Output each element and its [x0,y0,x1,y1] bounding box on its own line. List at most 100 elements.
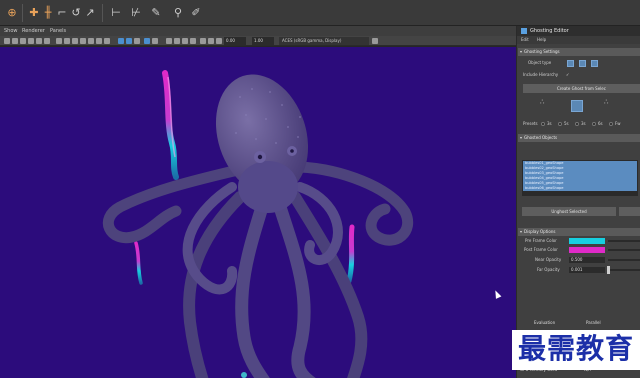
safe-title-icon[interactable] [104,38,110,44]
wireframe-icon[interactable] [118,38,124,44]
grease-pencil-icon[interactable] [44,38,50,44]
pre-frame-color-swatch[interactable] [569,238,605,244]
sculpt-icon[interactable]: ⚲ [170,5,186,21]
display-options-header[interactable]: Display Options [518,228,640,236]
collapse-arrow-icon [520,51,522,53]
ghosting-settings-header[interactable]: Ghosting Settings [518,48,640,56]
ghost-trail-right [346,224,355,284]
safe-action-icon[interactable] [96,38,102,44]
maya-logo-icon [521,28,527,34]
far-opacity-slider-handle[interactable] [607,266,610,274]
image-plane-icon[interactable] [28,38,34,44]
preset-radio-4[interactable] [592,122,596,126]
dropdown-chevron-icon[interactable] [372,38,378,44]
panel-titlebar[interactable]: Ghosting Editor [517,26,640,36]
select-camera-icon[interactable] [4,38,10,44]
include-hierarchy-checkbox[interactable]: ✓ [566,72,569,78]
xray-joints-icon[interactable] [216,38,222,44]
panel-menubar: Edit Help [517,36,640,44]
near-opacity-field[interactable]: 0.500 [569,257,605,263]
2d-pan-icon[interactable] [36,38,42,44]
ambient-occlusion-icon[interactable] [166,38,172,44]
unghost-selected-button[interactable]: Unghost Selected [522,207,616,216]
shelf-separator [102,4,103,22]
presets-label: Presets [523,121,538,126]
snap-surface-icon[interactable]: ↗ [82,5,98,21]
near-opacity-label: Near Opacity [535,257,562,262]
watermark-logo: 最需教育 [517,332,634,365]
xray-icon[interactable] [208,38,214,44]
ghost-preset-b-icon[interactable] [571,100,583,112]
grid-icon[interactable] [56,38,62,44]
menu-panels[interactable]: Panels [50,26,66,36]
brush-icon[interactable]: ✐ [188,5,204,21]
lights-icon[interactable] [144,38,150,44]
gamma-field[interactable]: 1.00 [252,37,274,45]
panel-title: Ghosting Editor [530,28,569,34]
ghost-preset-c-icon[interactable]: ∴ [604,99,608,106]
preset-radio-1[interactable] [541,122,545,126]
preset-option-4: 6s [598,121,603,126]
preset-option-5: Fw [615,121,621,126]
include-hierarchy-label: Include Hierarchy [523,72,559,77]
exposure-field[interactable]: 0.00 [224,37,246,45]
post-frame-color-swatch[interactable] [569,247,605,253]
collapse-arrow-icon [520,231,522,233]
menu-edit[interactable]: Edit [521,36,529,44]
graph-tool-icon[interactable]: ⊬ [128,5,144,21]
preset-radio-5[interactable] [609,122,613,126]
object-type-all-button[interactable] [591,60,598,67]
shelf-tool-icon[interactable]: ⊕ [4,5,20,21]
anti-alias-icon[interactable] [182,38,188,44]
ground-marker [241,372,247,378]
object-type-label: Object type [528,60,552,65]
viewport-scene [102,62,414,378]
bookmark-icon[interactable] [20,38,26,44]
textured-icon[interactable] [134,38,140,44]
ghost-preset-a-icon[interactable]: ∴ [540,99,544,106]
far-opacity-label: Far Opacity [537,267,560,272]
octopus-model[interactable] [102,62,414,378]
pencil-icon[interactable]: ✎ [148,5,164,21]
preset-radio-3[interactable] [575,122,579,126]
shadows-icon[interactable] [152,38,158,44]
list-item[interactable]: bubbles06_geoShape [523,186,637,191]
object-type-curve-button[interactable] [579,60,586,67]
object-type-mesh-button[interactable] [567,60,574,67]
viewport-toolbar: 0.00 1.00 ACES (sRGB gamma, Display) [0,36,516,46]
post-frame-color-label: Post Frame Color [524,247,558,252]
near-opacity-slider[interactable] [608,259,640,261]
pre-frame-color-slider[interactable] [608,240,640,242]
depth-of-field-icon[interactable] [190,38,196,44]
hud-evaluation-value: Parallel [586,320,601,325]
resolution-gate-icon[interactable] [72,38,78,44]
far-opacity-field[interactable]: 0.001 [569,267,605,273]
gate-mask-icon[interactable] [80,38,86,44]
film-gate-icon[interactable] [64,38,70,44]
menu-help[interactable]: Help [537,36,546,44]
menu-renderer[interactable]: Renderer [22,26,45,36]
smooth-shade-icon[interactable] [126,38,132,44]
isolate-select-icon[interactable] [200,38,206,44]
create-ghost-button[interactable]: Create Ghost from Selec [523,84,640,93]
ghosted-objects-header[interactable]: Ghosted Objects [518,134,640,142]
color-space-dropdown[interactable]: ACES (sRGB gamma, Display) [279,37,369,45]
pre-frame-color-label: Pre Frame Color [525,238,557,243]
preset-radio-2[interactable] [558,122,562,126]
collapse-arrow-icon [520,137,522,139]
unghost-all-button[interactable] [619,207,640,216]
far-opacity-slider[interactable] [608,269,640,271]
preset-option-2: 5s [564,121,569,126]
keyframe-tool-icon[interactable]: ⊢ [108,5,124,21]
motion-blur-icon[interactable] [174,38,180,44]
hud-evaluation-label: Evaluation [534,320,556,325]
3d-viewport[interactable] [0,47,516,378]
field-chart-icon[interactable] [88,38,94,44]
preset-option-1: 3s [547,121,552,126]
ghost-trail-left [162,70,179,180]
lock-camera-icon[interactable] [12,38,18,44]
tool-shelf: ⊕ ✚ ╫ ⌐ ↺ ↗ ⊢ ⊬ ✎ ⚲ ✐ [0,0,640,26]
preset-option-3: 3s [581,121,586,126]
menu-show[interactable]: Show [4,26,18,36]
post-frame-color-slider[interactable] [608,249,640,251]
